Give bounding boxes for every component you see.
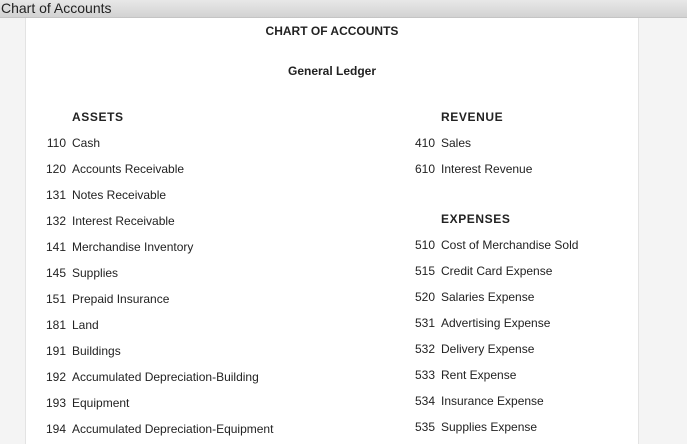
account-name: Advertising Expense bbox=[441, 316, 551, 330]
assets-section-title: ASSETS bbox=[72, 110, 124, 124]
account-name: Buildings bbox=[72, 344, 121, 358]
account-name: Rent Expense bbox=[441, 368, 517, 382]
account-number: 531 bbox=[414, 316, 435, 330]
page-subtitle: General Ledger bbox=[287, 64, 377, 78]
account-name: Salaries Expense bbox=[441, 290, 535, 304]
account-number: 532 bbox=[414, 342, 435, 356]
account-name: Land bbox=[72, 318, 99, 332]
window-titlebar[interactable]: Chart of Accounts bbox=[0, 0, 687, 18]
account-number: 610 bbox=[414, 162, 435, 176]
account-number: 141 bbox=[45, 240, 66, 254]
account-name: Merchandise Inventory bbox=[72, 240, 194, 254]
account-name: Credit Card Expense bbox=[441, 264, 553, 278]
account-name: Supplies Expense bbox=[441, 420, 538, 434]
account-number: 410 bbox=[414, 136, 435, 150]
account-name: Sales bbox=[441, 136, 472, 150]
account-name: Notes Receivable bbox=[72, 188, 167, 202]
revenue-section-title: REVENUE bbox=[441, 110, 504, 124]
page-title: CHART OF ACCOUNTS bbox=[265, 24, 399, 38]
account-name: Prepaid Insurance bbox=[72, 292, 170, 306]
account-name: Cash bbox=[72, 136, 101, 150]
account-name: Cost of Merchandise Sold bbox=[441, 238, 579, 252]
account-name: Accumulated Depreciation-Equipment bbox=[72, 422, 274, 436]
chart-of-accounts-window: Chart of Accounts CHART OF ACCOUNTS Gene… bbox=[0, 0, 687, 444]
left-margin bbox=[0, 18, 26, 444]
chart-content: CHART OF ACCOUNTS General Ledger ASSETS … bbox=[26, 18, 638, 444]
account-name: Supplies bbox=[72, 266, 119, 280]
account-number: 194 bbox=[45, 422, 66, 436]
account-number: 181 bbox=[45, 318, 66, 332]
account-number: 534 bbox=[414, 394, 435, 408]
account-number: 535 bbox=[414, 420, 435, 434]
account-number: 510 bbox=[414, 238, 435, 252]
account-name: Insurance Expense bbox=[441, 394, 544, 408]
account-number: 120 bbox=[45, 162, 66, 176]
account-name: Accumulated Depreciation-Building bbox=[72, 370, 259, 384]
account-number: 193 bbox=[45, 396, 66, 410]
account-number: 192 bbox=[45, 370, 66, 384]
right-margin bbox=[638, 18, 687, 444]
account-name: Interest Receivable bbox=[72, 214, 175, 228]
account-number: 191 bbox=[45, 344, 66, 358]
account-name: Equipment bbox=[72, 396, 130, 410]
account-name: Accounts Receivable bbox=[72, 162, 185, 176]
window-title: Chart of Accounts bbox=[1, 0, 112, 16]
account-number: 520 bbox=[414, 290, 435, 304]
account-number: 151 bbox=[45, 292, 66, 306]
account-name: Interest Revenue bbox=[441, 162, 533, 176]
account-name: Delivery Expense bbox=[441, 342, 535, 356]
account-number: 145 bbox=[45, 266, 66, 280]
account-number: 110 bbox=[46, 136, 66, 150]
account-number: 132 bbox=[45, 214, 66, 228]
account-number: 515 bbox=[414, 264, 435, 278]
account-number: 533 bbox=[414, 368, 435, 382]
account-number: 131 bbox=[45, 188, 66, 202]
expenses-section-title: EXPENSES bbox=[441, 212, 511, 226]
